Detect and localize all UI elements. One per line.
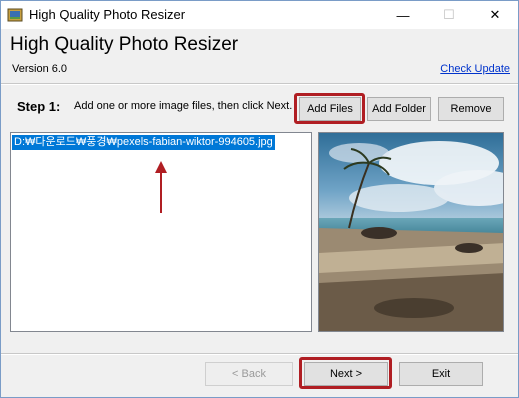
- app-icon: [7, 8, 23, 22]
- beach-photo-preview: [319, 133, 503, 331]
- add-folder-button[interactable]: Add Folder: [367, 97, 431, 121]
- page-title: High Quality Photo Resizer: [10, 34, 239, 55]
- remove-label: Remove: [450, 103, 492, 115]
- header-divider: [1, 83, 518, 85]
- close-icon: ✕: [489, 7, 501, 22]
- maximize-icon: ☐: [443, 7, 455, 22]
- version-label: Version 6.0: [12, 63, 68, 75]
- exit-button[interactable]: Exit: [399, 362, 483, 386]
- app-window: High Quality Photo Resizer — ☐ ✕ High Qu…: [0, 0, 519, 398]
- back-button[interactable]: < Back: [205, 362, 293, 386]
- remove-button[interactable]: Remove: [438, 97, 504, 121]
- image-preview: [318, 132, 504, 332]
- file-list-item[interactable]: D:₩다운로드₩풍경₩pexels-fabian-wiktor-994605.j…: [12, 135, 275, 150]
- minimize-button[interactable]: —: [380, 1, 426, 29]
- add-files-highlight: [294, 93, 365, 124]
- back-label: < Back: [232, 368, 266, 380]
- minimize-icon: —: [396, 7, 410, 23]
- add-folder-label: Add Folder: [372, 103, 426, 115]
- window-title: High Quality Photo Resizer: [29, 7, 186, 22]
- step-label: Step 1:: [17, 99, 61, 114]
- exit-label: Exit: [431, 368, 451, 380]
- maximize-button[interactable]: ☐: [426, 1, 472, 29]
- annotation-arrow-icon: [155, 161, 167, 213]
- check-update-link[interactable]: Check Update: [440, 63, 510, 75]
- title-bar: High Quality Photo Resizer — ☐ ✕: [1, 1, 518, 29]
- step-instruction: Add one or more image files, then click …: [74, 100, 293, 112]
- footer-divider: [1, 353, 518, 355]
- close-button[interactable]: ✕: [472, 1, 518, 29]
- next-highlight: [299, 357, 392, 389]
